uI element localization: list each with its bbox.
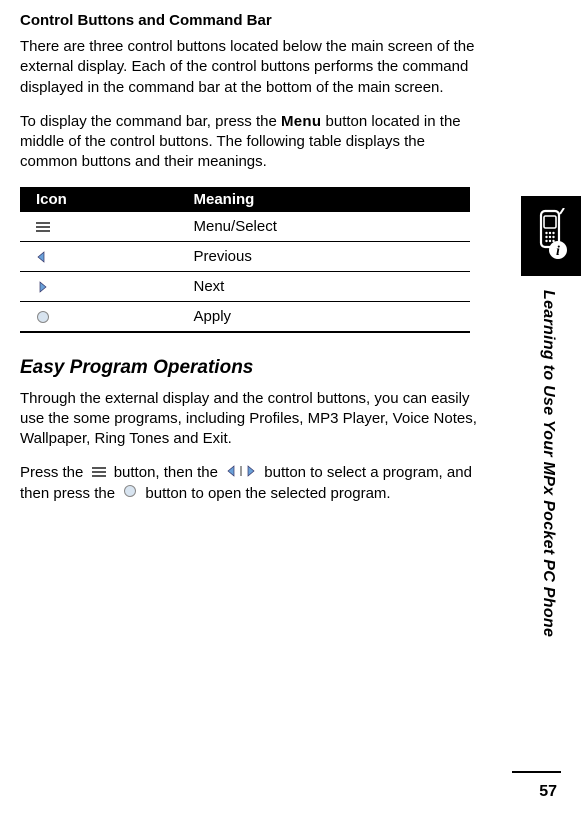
meaning-cell: Previous bbox=[178, 241, 471, 271]
chapter-title-vertical: Learning to Use Your MPx Pocket PC Phone bbox=[539, 290, 557, 637]
icon-next bbox=[20, 271, 178, 301]
section-heading: Easy Program Operations bbox=[20, 357, 480, 379]
para4-part-d: button to open the selected program. bbox=[145, 485, 390, 502]
menu-icon bbox=[92, 463, 106, 483]
para4-part-a: Press the bbox=[20, 464, 88, 481]
col-header-icon: Icon bbox=[20, 187, 178, 212]
icon-meaning-table: Icon Meaning Menu/Select Previous bbox=[20, 187, 470, 333]
table-row: Apply bbox=[20, 301, 470, 332]
col-header-meaning: Meaning bbox=[178, 187, 471, 212]
para4-part-b: button, then the bbox=[114, 464, 222, 481]
sidebar-icon-box: i bbox=[521, 196, 581, 276]
paragraph-1: There are three control buttons located … bbox=[20, 37, 480, 98]
page-rule bbox=[512, 771, 561, 773]
meaning-cell: Apply bbox=[178, 301, 471, 332]
paragraph-3: Through the external display and the con… bbox=[20, 389, 480, 450]
phone-info-icon: i bbox=[531, 208, 571, 264]
meaning-cell: Next bbox=[178, 271, 471, 301]
svg-text:i: i bbox=[556, 244, 560, 259]
icon-previous bbox=[20, 241, 178, 271]
table-row: Previous bbox=[20, 241, 470, 271]
paragraph-2: To display the command bar, press the Me… bbox=[20, 112, 480, 173]
table-row: Menu/Select bbox=[20, 212, 470, 242]
apply-icon bbox=[123, 484, 137, 504]
meaning-cell: Menu/Select bbox=[178, 212, 471, 242]
paragraph-4: Press the button, then the button to sel… bbox=[20, 463, 480, 504]
menu-label: Menu bbox=[281, 113, 321, 130]
page-number: 57 bbox=[539, 783, 557, 801]
table-row: Next bbox=[20, 271, 470, 301]
icon-menu-select bbox=[20, 212, 178, 242]
prev-next-icon bbox=[226, 463, 256, 483]
para2-part-a: To display the command bar, press the bbox=[20, 113, 281, 130]
icon-apply bbox=[20, 301, 178, 332]
subsection-title: Control Buttons and Command Bar bbox=[20, 12, 480, 29]
